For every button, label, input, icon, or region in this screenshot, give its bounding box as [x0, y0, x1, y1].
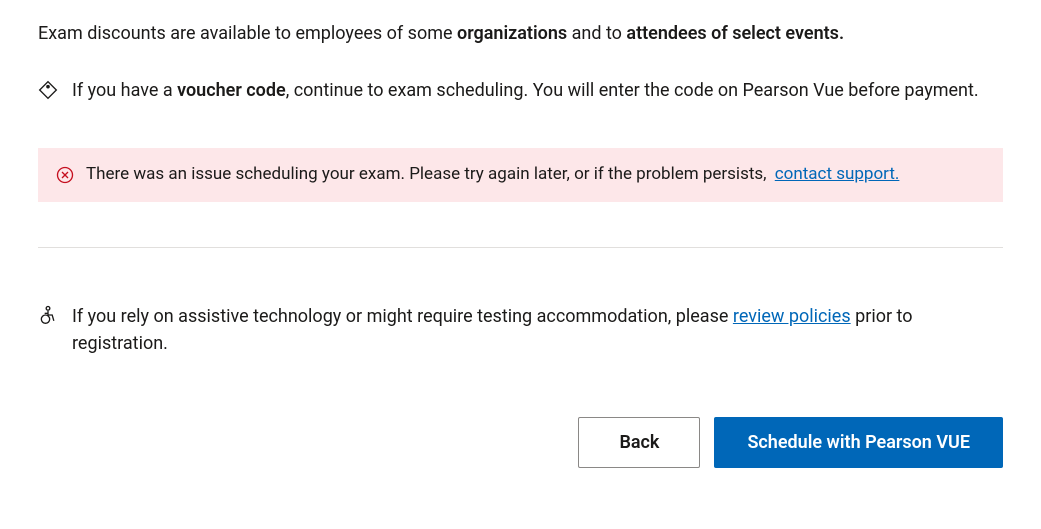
- intro-bold-organizations: organizations: [457, 23, 567, 44]
- accessibility-row: If you rely on assistive technology or m…: [38, 303, 1003, 357]
- error-banner: There was an issue scheduling your exam.…: [38, 148, 1003, 202]
- review-policies-link[interactable]: review policies: [733, 306, 851, 327]
- action-button-row: Back Schedule with Pearson VUE: [38, 417, 1003, 468]
- voucher-bold: voucher code: [177, 80, 286, 101]
- contact-support-link[interactable]: contact support.: [775, 164, 900, 184]
- voucher-info-text: If you have a voucher code, continue to …: [72, 77, 1003, 104]
- back-button[interactable]: Back: [578, 417, 700, 468]
- voucher-suffix: , continue to exam scheduling. You will …: [286, 80, 979, 101]
- intro-prefix: Exam discounts are available to employee…: [38, 23, 457, 44]
- error-icon: [56, 166, 74, 184]
- error-message-text: There was an issue scheduling your exam.…: [86, 162, 899, 188]
- intro-bold-attendees: attendees of select events.: [626, 23, 844, 44]
- voucher-prefix: If you have a: [72, 80, 177, 101]
- accessibility-text: If you rely on assistive technology or m…: [72, 303, 1003, 357]
- voucher-info-row: If you have a voucher code, continue to …: [38, 77, 1003, 108]
- intro-mid: and to: [567, 23, 626, 44]
- section-divider: [38, 247, 1003, 248]
- tag-icon: [38, 77, 72, 108]
- error-message: There was an issue scheduling your exam.…: [86, 164, 771, 184]
- schedule-button[interactable]: Schedule with Pearson VUE: [714, 417, 1003, 468]
- discount-intro-text: Exam discounts are available to employee…: [38, 20, 1003, 47]
- accessibility-icon: [38, 303, 72, 333]
- accessibility-prefix: If you rely on assistive technology or m…: [72, 306, 733, 327]
